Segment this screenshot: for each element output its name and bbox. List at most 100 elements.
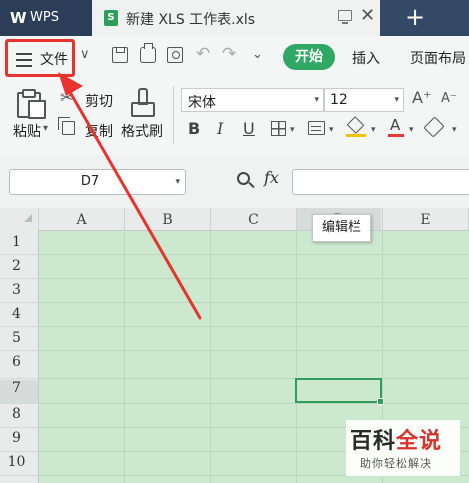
bold-button[interactable]: B — [188, 119, 200, 138]
grid-line — [124, 230, 125, 483]
chevron-down-icon: ▾ — [175, 177, 180, 187]
row-divider — [0, 403, 38, 404]
watermark-title: 百科全说 — [350, 429, 443, 454]
column-header-c[interactable]: C — [211, 212, 296, 228]
font-color-dropdown-icon[interactable]: ▾ — [409, 125, 414, 135]
column-divider — [210, 208, 211, 230]
row-header-5[interactable]: 5 — [0, 330, 33, 346]
row-divider — [0, 254, 38, 255]
watermark: 百科全说 助你轻松解决 — [346, 420, 460, 476]
grid-line — [296, 230, 297, 483]
cell-reference: D7 — [80, 174, 100, 189]
row-divider — [0, 326, 38, 327]
document-tab-title: 新建 XLS 工作表.xls — [126, 12, 256, 28]
name-box[interactable]: D7 ▾ — [9, 169, 186, 195]
formula-input[interactable] — [292, 169, 469, 195]
font-name-select[interactable]: 宋体 ▾ — [181, 88, 324, 112]
format-painter-label[interactable]: 格式刷 — [121, 121, 163, 141]
merge-dropdown-icon[interactable]: ▾ — [329, 125, 334, 135]
save-icon[interactable] — [112, 47, 128, 63]
new-tab-button[interactable]: + — [395, 2, 435, 32]
grid-line — [38, 254, 469, 255]
row-divider — [0, 378, 38, 379]
column-header-b[interactable]: B — [125, 212, 210, 228]
spreadsheet-file-icon: S — [104, 10, 118, 26]
grid-line — [38, 278, 469, 279]
borders-icon[interactable] — [271, 121, 286, 136]
document-tab[interactable]: S 新建 XLS 工作表.xls ✕ — [92, 0, 380, 36]
cut-button-label[interactable]: 剪切 — [85, 91, 113, 111]
underline-button[interactable]: U — [243, 119, 255, 138]
wps-logo-icon: W — [10, 9, 27, 27]
print-icon[interactable] — [140, 43, 156, 63]
ribbon-divider — [173, 86, 174, 144]
row-header-2[interactable]: 2 — [0, 258, 33, 274]
grid-line — [38, 350, 469, 351]
grid-line — [38, 378, 469, 379]
zoom-icon[interactable] — [237, 172, 250, 185]
increase-font-size-icon[interactable]: A⁺ — [412, 88, 431, 107]
row-header-1[interactable]: 1 — [0, 234, 33, 250]
app-tab-wps[interactable]: W WPS — [0, 0, 92, 36]
font-name-value: 宋体 — [188, 95, 216, 111]
borders-dropdown-icon[interactable]: ▾ — [290, 125, 295, 135]
column-header-a[interactable]: A — [39, 212, 124, 228]
row-header-8[interactable]: 8 — [0, 406, 33, 422]
file-dropdown-chevron-icon[interactable]: ∨ — [80, 47, 90, 62]
paste-button-label[interactable]: 粘贴 — [13, 121, 41, 141]
tab-page-layout[interactable]: 页面布局 — [410, 48, 466, 68]
tab-start[interactable]: 开始 — [283, 44, 335, 70]
row-divider — [0, 350, 38, 351]
row-header-3[interactable]: 3 — [0, 282, 33, 298]
quick-access-dropdown-icon[interactable]: ⌄ — [252, 47, 263, 62]
row-divider — [0, 302, 38, 303]
row-header-9[interactable]: 9 — [0, 430, 33, 446]
italic-button[interactable]: I — [217, 119, 223, 138]
grid-line — [38, 326, 469, 327]
close-tab-icon[interactable]: ✕ — [360, 5, 375, 26]
row-divider — [0, 278, 38, 279]
font-color-icon[interactable]: A — [388, 116, 404, 138]
tab-insert[interactable]: 插入 — [352, 48, 380, 68]
row-divider — [0, 451, 38, 452]
insert-function-icon[interactable]: fx — [264, 168, 279, 187]
column-divider — [124, 208, 125, 230]
column-header-e[interactable]: E — [383, 212, 468, 228]
paste-icon[interactable] — [15, 89, 46, 119]
row-header-6[interactable]: 6 — [0, 354, 33, 370]
merge-cells-icon[interactable] — [308, 121, 325, 135]
row-header-7[interactable]: 7 — [0, 380, 33, 396]
decrease-font-size-icon[interactable]: A⁻ — [441, 91, 457, 106]
row-header-4[interactable]: 4 — [0, 306, 33, 322]
fill-color-dropdown-icon[interactable]: ▾ — [371, 125, 376, 135]
clear-dropdown-icon[interactable]: ▾ — [452, 125, 457, 135]
row-divider — [0, 475, 38, 476]
undo-icon[interactable]: ↶ — [196, 44, 210, 64]
scissors-icon[interactable]: ✂ — [60, 88, 73, 107]
column-divider — [38, 208, 39, 230]
watermark-subtitle: 助你轻松解决 — [360, 457, 432, 470]
format-painter-icon[interactable] — [128, 88, 156, 117]
row-divider — [0, 427, 38, 428]
copy-icon[interactable] — [58, 117, 75, 135]
column-divider — [296, 208, 297, 230]
grid-line — [38, 302, 469, 303]
paste-dropdown-icon[interactable]: ▾ — [43, 123, 48, 134]
chevron-down-icon: ▾ — [314, 95, 319, 105]
chevron-down-icon: ▾ — [394, 95, 399, 105]
redo-icon[interactable]: ↷ — [222, 44, 236, 64]
active-cell-d7[interactable] — [295, 378, 384, 405]
print-preview-icon[interactable] — [167, 47, 183, 63]
copy-button-label[interactable]: 复制 — [85, 121, 113, 141]
edit-bar-tooltip: 编辑栏 — [312, 214, 372, 242]
fill-handle[interactable] — [377, 398, 384, 405]
font-size-select[interactable]: 12 ▾ — [324, 88, 404, 112]
column-divider — [382, 208, 383, 230]
monitor-icon[interactable] — [338, 10, 352, 24]
font-size-value: 12 — [330, 92, 348, 108]
annotation-highlight-box — [5, 39, 75, 77]
app-name: WPS — [30, 10, 59, 25]
row-header-10[interactable]: 10 — [0, 454, 33, 470]
fill-color-icon[interactable] — [346, 116, 366, 138]
select-all-icon[interactable] — [24, 214, 32, 222]
